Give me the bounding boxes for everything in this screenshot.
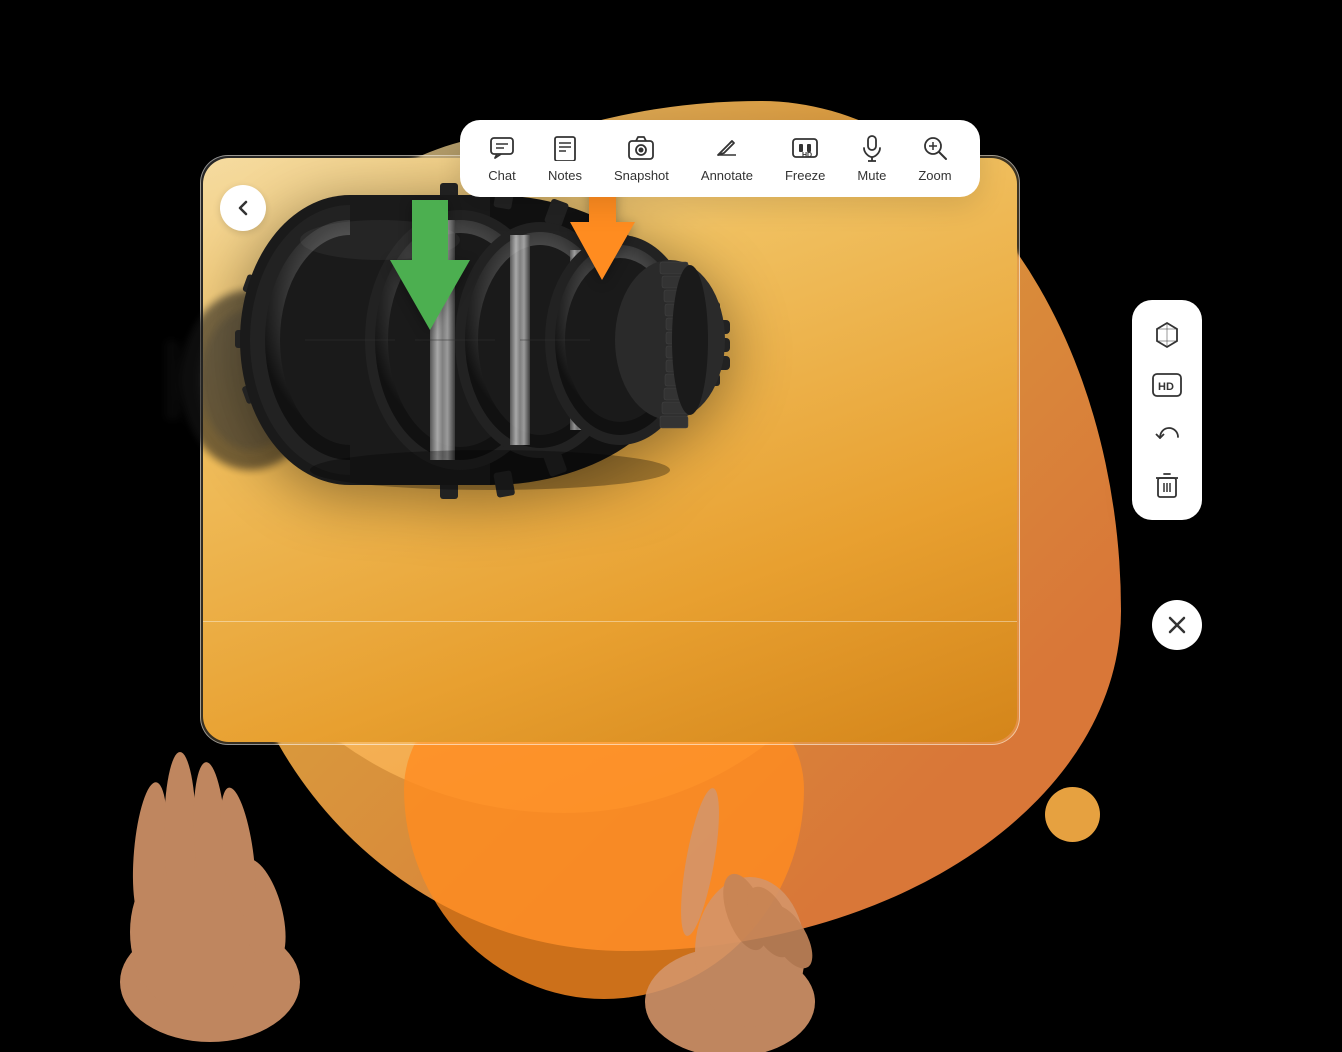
toolbar-item-annotate[interactable]: Annotate [701, 134, 753, 183]
delete-icon [1155, 471, 1179, 499]
tablet-divider [203, 621, 1017, 622]
undo-button[interactable] [1144, 412, 1190, 458]
annotate-icon [713, 134, 741, 162]
back-button[interactable] [220, 185, 266, 231]
close-icon [1168, 616, 1186, 634]
chevron-left-icon [233, 198, 253, 218]
toolbar-item-freeze[interactable]: HD Freeze [785, 134, 825, 183]
mute-label: Mute [857, 168, 886, 183]
zoom-icon [921, 134, 949, 162]
blob-small [1045, 787, 1100, 842]
toolbar: Chat Notes Snapshot [460, 120, 980, 197]
gear-image [230, 180, 750, 500]
close-button[interactable] [1152, 600, 1202, 650]
notes-label: Notes [548, 168, 582, 183]
undo-icon [1154, 422, 1180, 448]
zoom-label: Zoom [918, 168, 951, 183]
toolbar-item-snapshot[interactable]: Snapshot [614, 134, 669, 183]
annotate-label: Annotate [701, 168, 753, 183]
hd-icon: HD [1152, 373, 1182, 397]
toolbar-item-notes[interactable]: Notes [548, 134, 582, 183]
snapshot-label: Snapshot [614, 168, 669, 183]
snapshot-icon [627, 134, 655, 162]
side-panel: HD [1132, 300, 1202, 520]
chat-label: Chat [488, 168, 515, 183]
svg-text:HD: HD [802, 152, 812, 159]
toolbar-item-chat[interactable]: Chat [488, 134, 516, 183]
svg-text:HD: HD [1158, 381, 1174, 393]
mute-icon [858, 134, 886, 162]
green-arrow [390, 200, 470, 330]
hd-button[interactable]: HD [1144, 362, 1190, 408]
3d-button[interactable] [1144, 312, 1190, 358]
delete-button[interactable] [1144, 462, 1190, 508]
freeze-icon: HD [791, 134, 819, 162]
3d-icon [1153, 321, 1181, 349]
chat-icon [488, 134, 516, 162]
toolbar-item-zoom[interactable]: Zoom [918, 134, 951, 183]
notes-icon [551, 134, 579, 162]
toolbar-item-mute[interactable]: Mute [857, 134, 886, 183]
freeze-label: Freeze [785, 168, 825, 183]
